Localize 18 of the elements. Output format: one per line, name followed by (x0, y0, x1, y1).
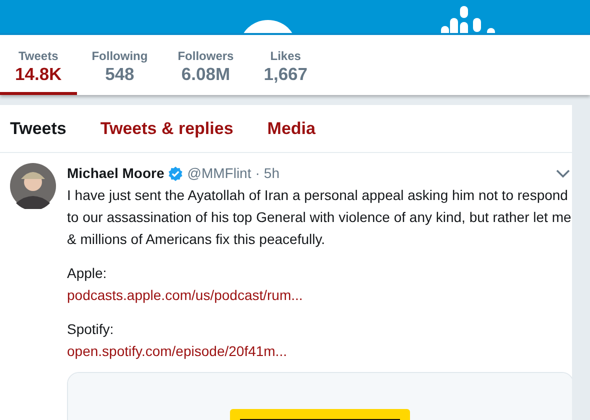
author-handle[interactable]: @MMFlint (187, 165, 252, 181)
tweet-link[interactable]: podcasts.apple.com/us/podcast/rum... (67, 284, 303, 306)
author-name[interactable]: Michael Moore (67, 165, 164, 181)
timeline-tab[interactable]: Tweets (10, 118, 66, 138)
separator-dot: · (255, 165, 260, 181)
chevron-down-icon[interactable] (556, 168, 570, 178)
tweet-text: Spotify: (67, 321, 114, 337)
timeline-tab[interactable]: Tweets & replies (100, 118, 234, 138)
tweet-time[interactable]: 5h (264, 165, 280, 181)
avatar[interactable] (10, 163, 56, 209)
tweet-text: Apple: (67, 265, 107, 281)
timeline-tab[interactable]: Media (267, 118, 316, 138)
tweet-text: I have just sent the Ayatollah of Iran a personal appeal asking him not to respond to our assassination of his top General with violence of any kind, but rather let me & millions of Americans fix this peacefully. (67, 187, 572, 247)
tweet-link[interactable]: open.spotify.com/episode/20f41m... (67, 340, 287, 362)
profile-stat-tab[interactable]: Likes 1,667 (248, 35, 323, 95)
profile-stat-tab[interactable]: Followers 6.08M (162, 35, 249, 95)
profile-stat-tab[interactable]: Tweets 14.8K (0, 35, 77, 95)
profile-stat-tab[interactable]: Following 548 (76, 35, 163, 95)
